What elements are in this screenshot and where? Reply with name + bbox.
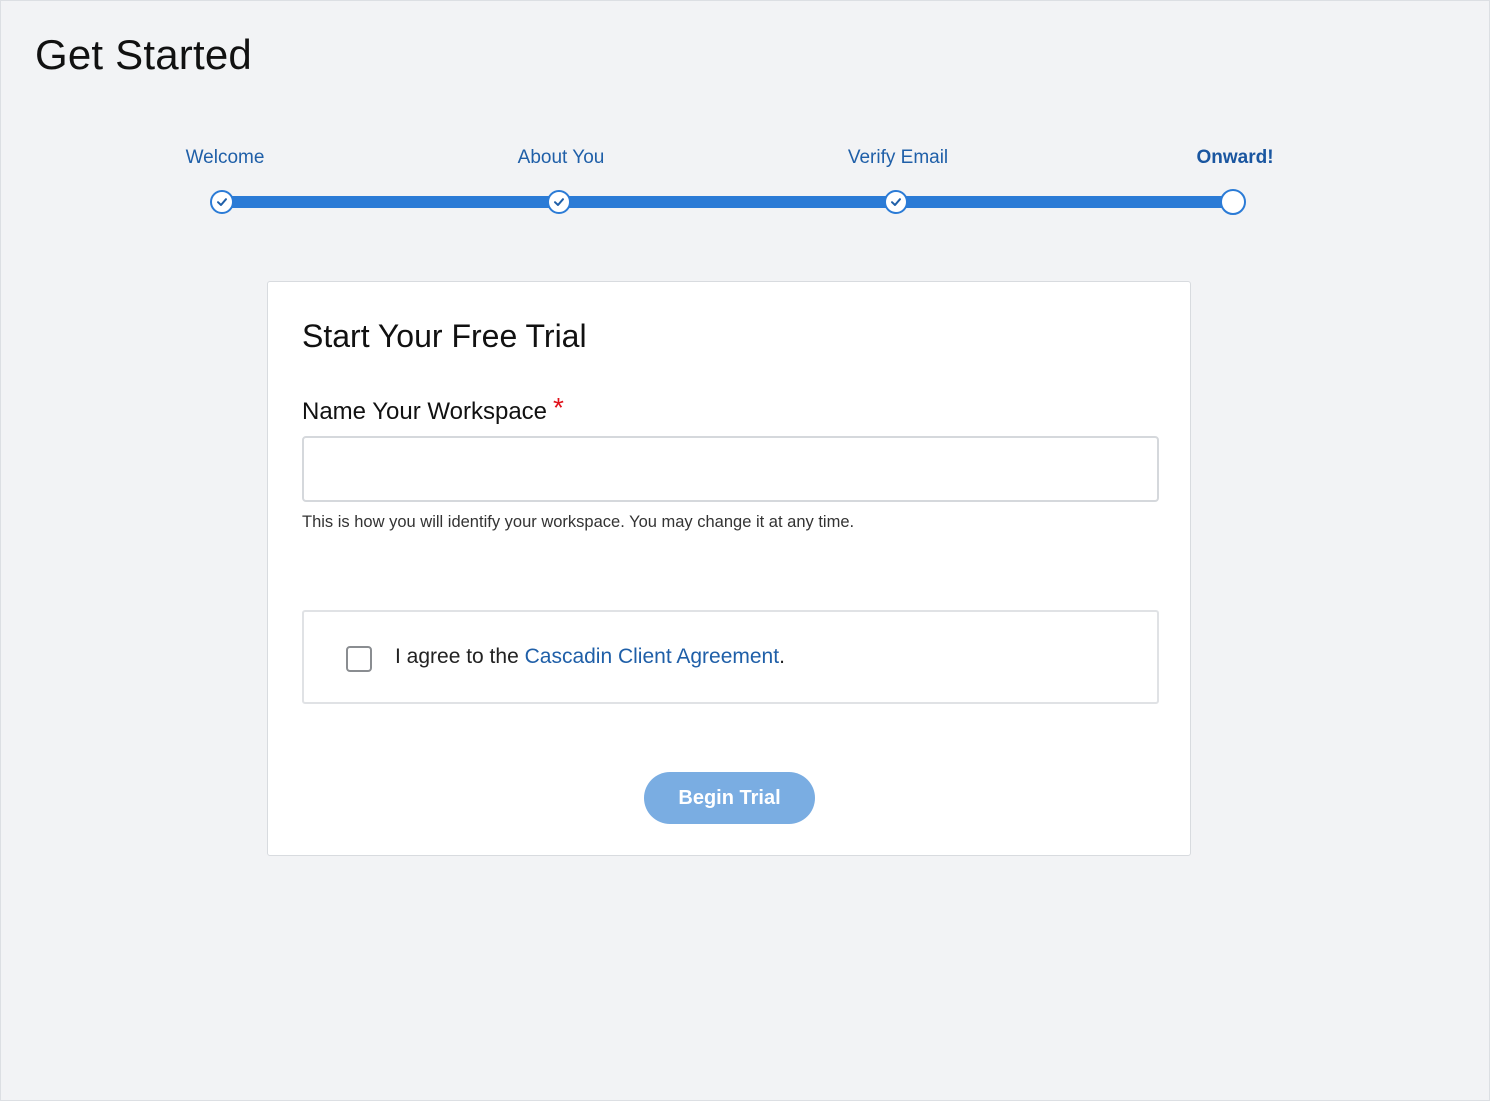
agreement-text: I agree to the Cascadin Client Agreement… xyxy=(395,645,785,669)
card-title: Start Your Free Trial xyxy=(302,318,587,354)
client-agreement-link[interactable]: Cascadin Client Agreement xyxy=(525,645,779,668)
step-complete-check-icon xyxy=(210,190,234,214)
step-progress-track xyxy=(222,196,1232,208)
workspace-helper-text: This is how you will identify your works… xyxy=(302,513,855,531)
step-complete-check-icon xyxy=(884,190,908,214)
agreement-box: I agree to the Cascadin Client Agreement… xyxy=(302,610,1159,704)
trial-form-card: Start Your Free Trial Name Your Workspac… xyxy=(267,281,1191,856)
step-complete-check-icon xyxy=(547,190,571,214)
progress-stepper: Welcome About You Verify Email Onward! xyxy=(1,1,1490,231)
step-label-onward: Onward! xyxy=(1196,147,1274,168)
step-label-verify-email[interactable]: Verify Email xyxy=(848,147,948,169)
workspace-name-input[interactable] xyxy=(302,436,1159,502)
agreement-prefix: I agree to the xyxy=(395,645,525,668)
agreement-suffix: . xyxy=(779,645,785,668)
workspace-label-text: Name Your Workspace xyxy=(302,398,548,425)
agree-checkbox[interactable] xyxy=(346,646,372,672)
step-label-about-you[interactable]: About You xyxy=(518,147,605,169)
workspace-field-label: Name Your Workspace * xyxy=(302,392,564,426)
begin-trial-button[interactable]: Begin Trial xyxy=(644,772,815,824)
step-label-welcome[interactable]: Welcome xyxy=(186,147,265,169)
step-current-circle-icon xyxy=(1220,189,1246,215)
required-asterisk: * xyxy=(553,392,564,423)
